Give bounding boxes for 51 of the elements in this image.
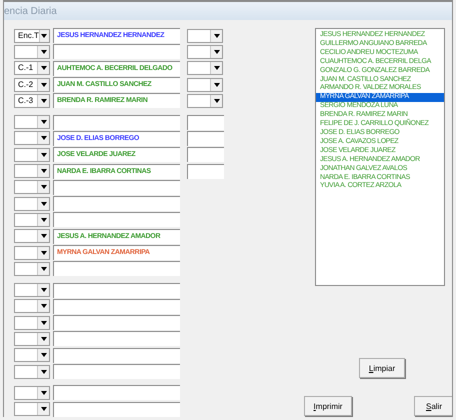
name-field[interactable] xyxy=(53,114,180,130)
side-dropdown[interactable] xyxy=(187,78,223,92)
code-dropdown[interactable] xyxy=(14,402,50,416)
side-field[interactable] xyxy=(187,164,224,179)
exit-button[interactable]: Salir xyxy=(414,396,452,416)
name-field[interactable] xyxy=(53,44,180,60)
code-dropdown[interactable] xyxy=(14,283,50,298)
name-field[interactable] xyxy=(53,212,180,228)
names-listbox[interactable] xyxy=(315,28,445,286)
code-dropdown[interactable] xyxy=(14,246,50,260)
side-field[interactable] xyxy=(187,114,224,130)
code-dropdown[interactable] xyxy=(14,386,50,400)
side-field[interactable] xyxy=(187,130,224,146)
name-field[interactable] xyxy=(53,180,180,195)
code-dropdown[interactable] xyxy=(14,212,50,227)
side-dropdown[interactable] xyxy=(187,28,223,43)
code-dropdown[interactable] xyxy=(14,364,50,379)
code-dropdown[interactable] xyxy=(14,262,50,276)
name-field[interactable] xyxy=(53,331,180,346)
code-dropdown[interactable]: Enc.T xyxy=(14,28,50,43)
side-dropdown[interactable] xyxy=(187,44,223,59)
side-dropdown[interactable] xyxy=(187,61,223,76)
name-field[interactable] xyxy=(53,385,180,400)
code-dropdown[interactable]: C.-3 xyxy=(14,94,50,108)
name-field[interactable] xyxy=(53,348,180,363)
name-field[interactable] xyxy=(53,298,180,314)
code-dropdown[interactable] xyxy=(14,332,50,346)
side-field[interactable] xyxy=(187,147,224,162)
code-dropdown[interactable]: C.-1 xyxy=(14,61,50,76)
window-title: encia Diaria xyxy=(4,6,57,16)
side-dropdown[interactable] xyxy=(187,94,223,108)
print-button[interactable]: Imprimir xyxy=(304,396,352,416)
code-dropdown[interactable] xyxy=(14,115,50,130)
code-dropdown[interactable] xyxy=(14,44,50,59)
code-dropdown[interactable] xyxy=(14,148,50,162)
name-field[interactable] xyxy=(53,315,180,330)
name-field[interactable] xyxy=(53,282,180,298)
code-dropdown[interactable] xyxy=(14,229,50,244)
code-dropdown[interactable] xyxy=(14,180,50,194)
code-dropdown[interactable] xyxy=(14,316,50,330)
name-field[interactable] xyxy=(53,364,180,380)
name-field[interactable] xyxy=(53,196,180,212)
code-dropdown[interactable] xyxy=(14,196,50,211)
clear-button[interactable]: Limpiar xyxy=(359,358,405,378)
code-dropdown[interactable] xyxy=(14,131,50,146)
name-field[interactable] xyxy=(53,402,180,417)
code-dropdown[interactable] xyxy=(14,164,50,178)
name-field[interactable] xyxy=(53,261,180,276)
code-dropdown[interactable] xyxy=(14,348,50,362)
code-dropdown[interactable] xyxy=(14,299,50,314)
code-dropdown[interactable]: C.-2 xyxy=(14,78,50,92)
